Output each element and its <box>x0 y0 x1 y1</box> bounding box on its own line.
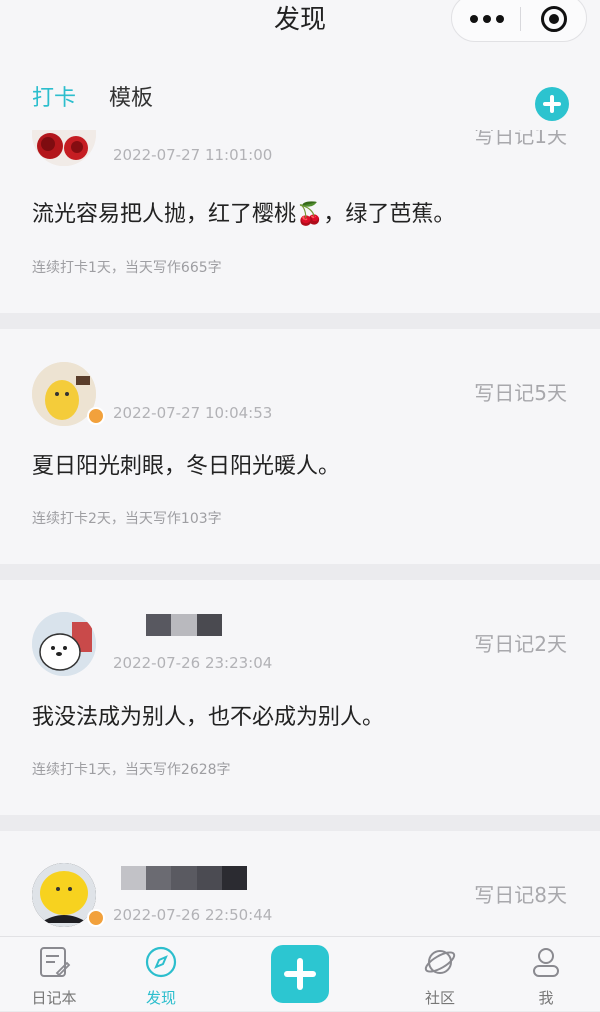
vip-badge-icon <box>87 909 105 927</box>
tab-bar: 打卡 模板 <box>0 68 600 130</box>
tab-checkin[interactable]: 打卡 <box>32 84 76 114</box>
nav-discover[interactable]: 发现 <box>129 937 193 1012</box>
diary-days: 写日记8天 <box>474 883 567 907</box>
nav-label: 我 <box>538 989 554 1007</box>
nav-diary[interactable]: 日记本 <box>22 937 86 1012</box>
miniprogram-capsule <box>451 0 587 42</box>
post-timestamp: 2022-07-27 11:01:00 <box>113 146 273 164</box>
add-icon[interactable] <box>535 87 569 121</box>
compass-icon <box>145 946 177 978</box>
post-card[interactable]: 2022-07-26 23:23:04 写日记2天 我没法成为别人，也不必成为别… <box>0 580 600 815</box>
nav-community[interactable]: 社区 <box>408 937 472 1012</box>
vip-badge-icon <box>87 407 105 425</box>
post-content[interactable]: 夏日阳光刺眼，冬日阳光暖人。 <box>32 451 340 483</box>
post-content[interactable]: 流光容易把人抛，红了樱桃🍒，绿了芭蕉。 <box>32 199 455 231</box>
person-icon <box>533 948 559 977</box>
post-timestamp: 2022-07-27 10:04:53 <box>113 404 273 422</box>
avatar[interactable] <box>32 612 96 676</box>
username-redacted <box>121 866 247 890</box>
diary-days: 写日记2天 <box>474 632 567 656</box>
more-icon[interactable] <box>470 15 504 23</box>
post-stats: 连续打卡1天，当天写作665字 <box>32 260 222 276</box>
nav-label: 日记本 <box>31 989 77 1007</box>
close-target-icon[interactable] <box>540 5 568 33</box>
post-timestamp: 2022-07-26 22:50:44 <box>113 906 273 924</box>
post-content[interactable]: 我没法成为别人，也不必成为别人。 <box>32 702 384 734</box>
nav-label: 发现 <box>145 989 176 1007</box>
notebook-icon <box>40 947 71 977</box>
header-bar: 发现 <box>0 0 600 68</box>
post-card[interactable]: 2022-07-27 11:01:00 写日记1天 流光容易把人抛，红了樱桃🍒，… <box>0 130 600 313</box>
tab-template[interactable]: 模板 <box>109 84 153 114</box>
post-card[interactable]: 2022-07-27 10:04:53 写日记5天 夏日阳光刺眼，冬日阳光暖人。… <box>0 329 600 564</box>
post-stats: 连续打卡2天，当天写作103字 <box>32 511 222 527</box>
nav-label: 社区 <box>424 989 455 1007</box>
post-stats: 连续打卡1天，当天写作2628字 <box>32 762 231 778</box>
diary-days: 写日记5天 <box>474 381 567 405</box>
planet-icon <box>424 950 456 974</box>
nav-me[interactable]: 我 <box>514 937 578 1012</box>
username-redacted <box>146 614 222 636</box>
capsule-divider <box>520 7 521 31</box>
bottom-nav: 日记本 发现 社区 我 <box>0 936 600 1011</box>
avatar[interactable] <box>32 130 96 166</box>
diary-days: 写日记1天 <box>474 130 567 148</box>
post-feed[interactable]: 2022-07-27 11:01:00 写日记1天 流光容易把人抛，红了樱桃🍒，… <box>0 130 600 936</box>
create-diary-button[interactable] <box>271 945 329 1003</box>
post-card[interactable]: 2022-07-26 22:50:44 写日记8天 <box>0 831 600 936</box>
post-timestamp: 2022-07-26 23:23:04 <box>113 654 273 672</box>
